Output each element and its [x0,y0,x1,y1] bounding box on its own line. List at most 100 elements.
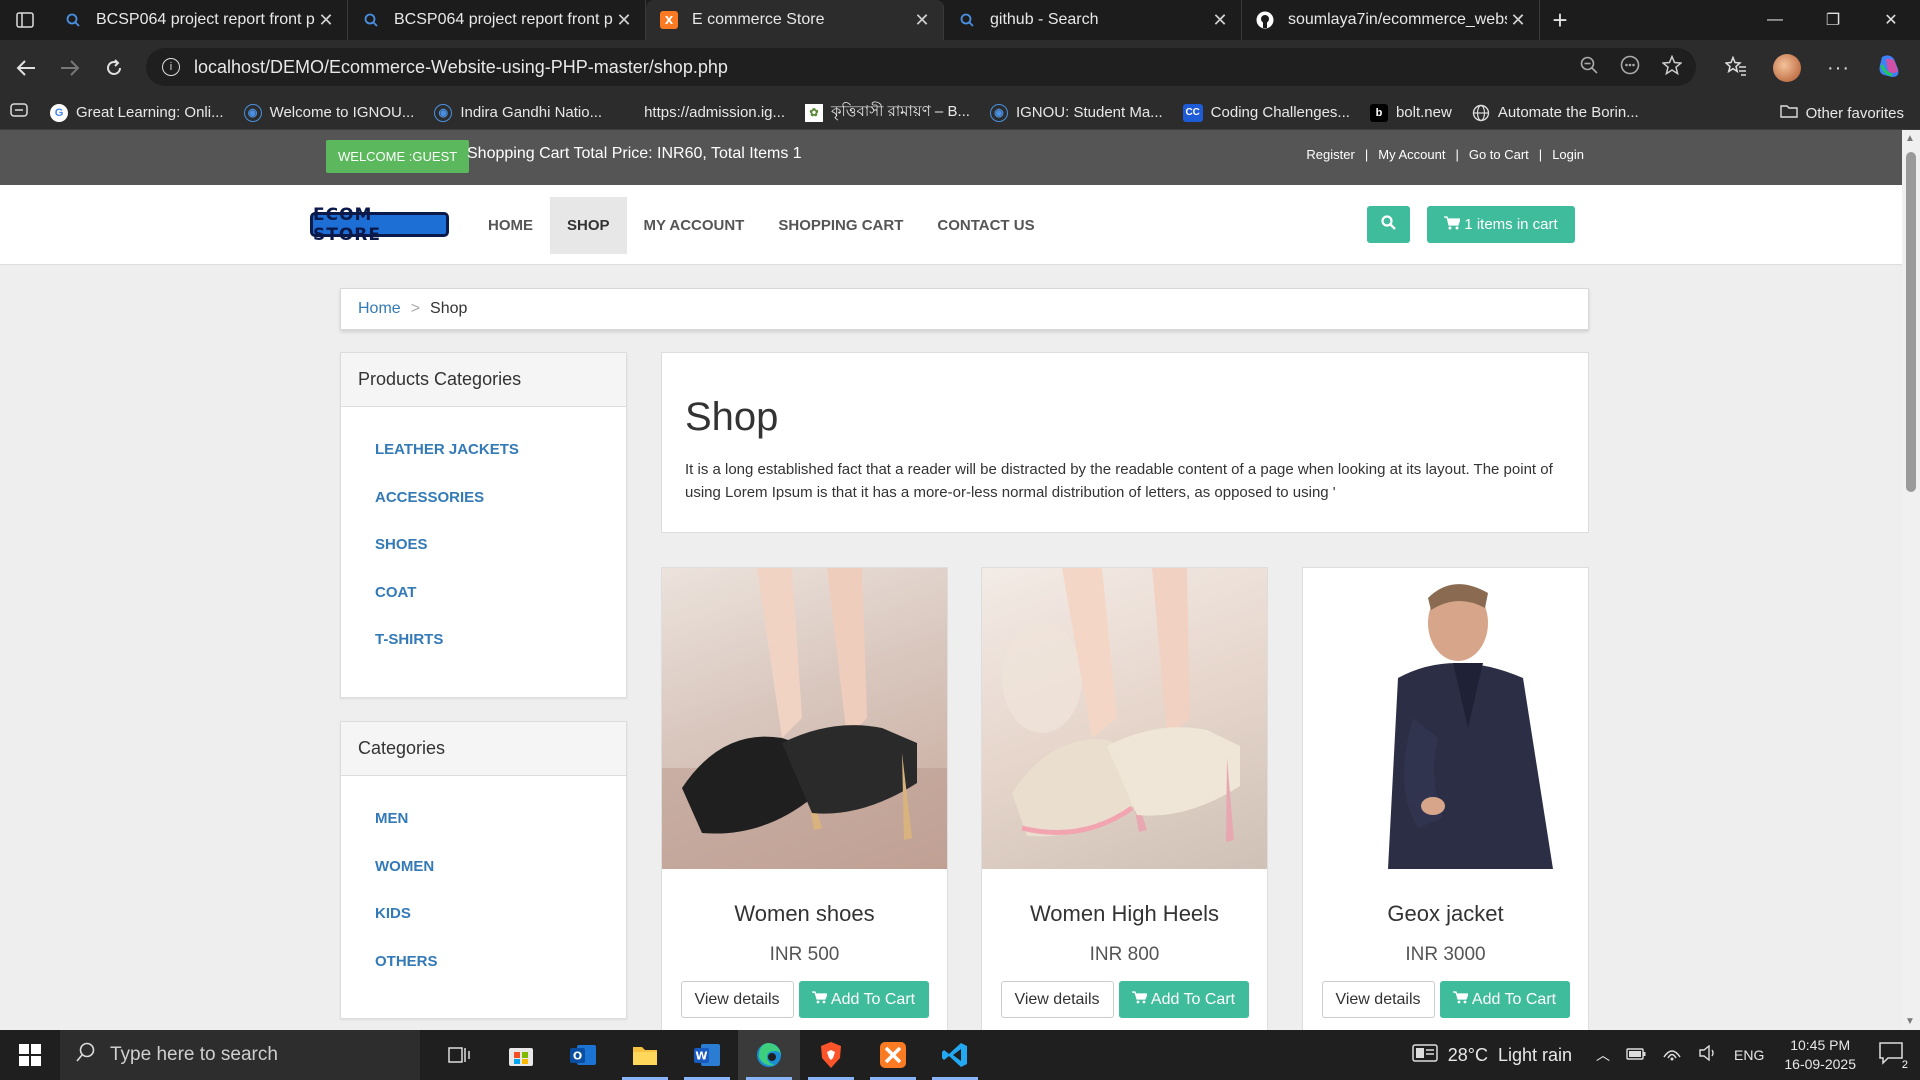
word-icon[interactable]: W [676,1030,738,1080]
language-indicator[interactable]: ENG [1734,1047,1764,1063]
category-shoes[interactable]: SHOES [375,522,626,570]
add-to-cart-button[interactable]: Add To Cart [798,981,929,1018]
category-leather-jackets[interactable]: LEATHER JACKETS [375,427,626,475]
bookmark-ignou-welcome[interactable]: ◉ Welcome to IGNOU... [243,103,414,122]
microsoft-store-icon[interactable] [490,1030,552,1080]
top-info-strip: WELCOME :GUEST Shopping Cart Total Price… [0,130,1902,185]
back-icon[interactable] [4,46,48,90]
my-account-link[interactable]: My Account [1378,147,1445,162]
profile-avatar[interactable] [1773,54,1802,82]
close-window-icon[interactable]: ✕ [1862,0,1920,40]
tab-github-repo[interactable]: soumlaya7in/ecommerce_website ✕ [1242,0,1540,40]
bookmark-admission[interactable]: https://admission.ig... [644,104,785,121]
clock-date: 16-09-2025 [1784,1056,1856,1072]
close-tab-icon[interactable]: ✕ [315,10,337,31]
product-image-high-heels[interactable] [982,568,1267,869]
category-women[interactable]: WOMEN [375,844,626,892]
restore-icon[interactable]: ❐ [1804,0,1862,40]
favorites-icon[interactable] [1724,54,1747,81]
cart-button[interactable]: 1 items in cart [1427,206,1575,243]
reading-list-icon[interactable] [10,103,28,122]
notification-center-icon[interactable]: 2 [1878,1041,1908,1071]
bookmark-great-learning[interactable]: G Great Learning: Onli... [50,103,224,122]
clock[interactable]: 10:45 PM 16-09-2025 [1784,1036,1856,1074]
weather-widget[interactable]: 28°C Light rain [1412,1043,1572,1068]
category-t-shirts[interactable]: T-SHIRTS [375,617,626,665]
category-accessories[interactable]: ACCESSORIES [375,475,626,523]
volume-icon[interactable] [1698,1044,1718,1065]
toolbar-actions: ··· [1724,40,1920,96]
vscode-icon[interactable] [924,1030,986,1080]
close-tab-icon[interactable]: ✕ [1507,10,1529,31]
product-image-shoes[interactable] [662,568,947,869]
category-coat[interactable]: COAT [375,570,626,618]
favorite-star-icon[interactable] [1661,54,1683,80]
read-aloud-icon[interactable] [1620,55,1640,80]
add-to-cart-button[interactable]: Add To Cart [1439,981,1570,1018]
refresh-icon[interactable] [92,46,136,90]
wifi-icon[interactable] [1662,1045,1682,1065]
edge-browser-icon[interactable] [738,1030,800,1080]
product-image-jacket[interactable] [1303,568,1588,869]
category-others[interactable]: OTHERS [375,939,626,987]
category-men[interactable]: MEN [375,796,626,844]
new-tab-icon[interactable]: + [1540,0,1580,40]
bookmark-coding-challenges[interactable]: CC Coding Challenges... [1182,103,1350,122]
site-logo[interactable]: ECOM STORE [310,205,449,245]
xampp-icon[interactable] [862,1030,924,1080]
add-to-cart-button[interactable]: Add To Cart [1118,981,1249,1018]
show-hidden-icons-icon[interactable]: ︿ [1596,1045,1610,1065]
bookmark-automate[interactable]: Automate the Borin... [1472,104,1639,122]
task-view-icon[interactable] [428,1030,490,1080]
close-tab-icon[interactable]: ✕ [1209,10,1231,31]
page-scrollbar[interactable]: ▲ ▼ [1902,130,1920,1030]
nav-my-account[interactable]: MY ACCOUNT [627,197,762,254]
view-details-button[interactable]: View details [1000,981,1114,1018]
close-tab-icon[interactable]: ✕ [613,10,635,31]
scroll-up-icon[interactable]: ▲ [1905,133,1915,144]
bookmark-indira-gandhi[interactable]: ◉ Indira Gandhi Natio... [434,103,602,122]
site-info-icon[interactable]: i [162,58,180,76]
tab-ecommerce-store[interactable]: X E commerce Store ✕ [646,0,944,40]
taskbar-search-box[interactable]: Type here to search [60,1030,420,1080]
nav-shopping-cart[interactable]: SHOPPING CART [761,197,920,254]
bookmark-ignou-student[interactable]: ◉ IGNOU: Student Ma... [989,103,1163,122]
windows-start-icon[interactable] [0,1030,60,1080]
bookmark-bolt[interactable]: b bolt.new [1369,103,1452,122]
tab-bcsp064-1[interactable]: BCSP064 project report front pag ✕ [50,0,348,40]
view-details-button[interactable]: View details [1321,981,1435,1018]
tab-github-search[interactable]: github - Search ✕ [944,0,1242,40]
tab-actions-menu-icon[interactable] [0,0,50,40]
nav-home[interactable]: HOME [471,197,550,254]
other-favorites[interactable]: Other favorites [1779,96,1904,130]
product-name[interactable]: Women High Heels [982,901,1267,927]
scrollbar-thumb[interactable] [1906,152,1916,492]
tab-bcsp064-2[interactable]: BCSP064 project report front pag ✕ [348,0,646,40]
bookmark-ramayan[interactable]: ✿ কৃত্তিবাসী রামায়ণ – B... [805,100,970,125]
address-bar[interactable]: i localhost/DEMO/Ecommerce-Website-using… [146,48,1696,86]
zoom-icon[interactable] [1580,56,1598,79]
battery-icon[interactable] [1626,1047,1646,1064]
minimize-icon[interactable]: — [1746,0,1804,40]
copilot-icon[interactable] [1876,53,1902,84]
file-explorer-icon[interactable] [614,1030,676,1080]
nav-shop[interactable]: SHOP [550,197,627,254]
register-link[interactable]: Register [1306,147,1354,162]
view-details-button[interactable]: View details [680,981,794,1018]
login-link[interactable]: Login [1552,147,1584,162]
scroll-down-icon[interactable]: ▼ [1905,1016,1915,1027]
forward-icon[interactable] [48,46,92,90]
search-button[interactable] [1367,206,1410,243]
close-tab-icon[interactable]: ✕ [911,10,933,31]
outlook-icon[interactable]: O [552,1030,614,1080]
breadcrumb-home-link[interactable]: Home [358,300,401,318]
nav-contact-us[interactable]: CONTACT US [920,197,1051,254]
product-name[interactable]: Geox jacket [1303,901,1588,927]
go-to-cart-link[interactable]: Go to Cart [1469,147,1529,162]
breadcrumb-separator: > [410,300,421,317]
category-kids[interactable]: KIDS [375,891,626,939]
brave-browser-icon[interactable] [800,1030,862,1080]
ignou-icon: ◉ [989,103,1008,122]
more-menu-icon[interactable]: ··· [1827,57,1850,80]
product-name[interactable]: Women shoes [662,901,947,927]
